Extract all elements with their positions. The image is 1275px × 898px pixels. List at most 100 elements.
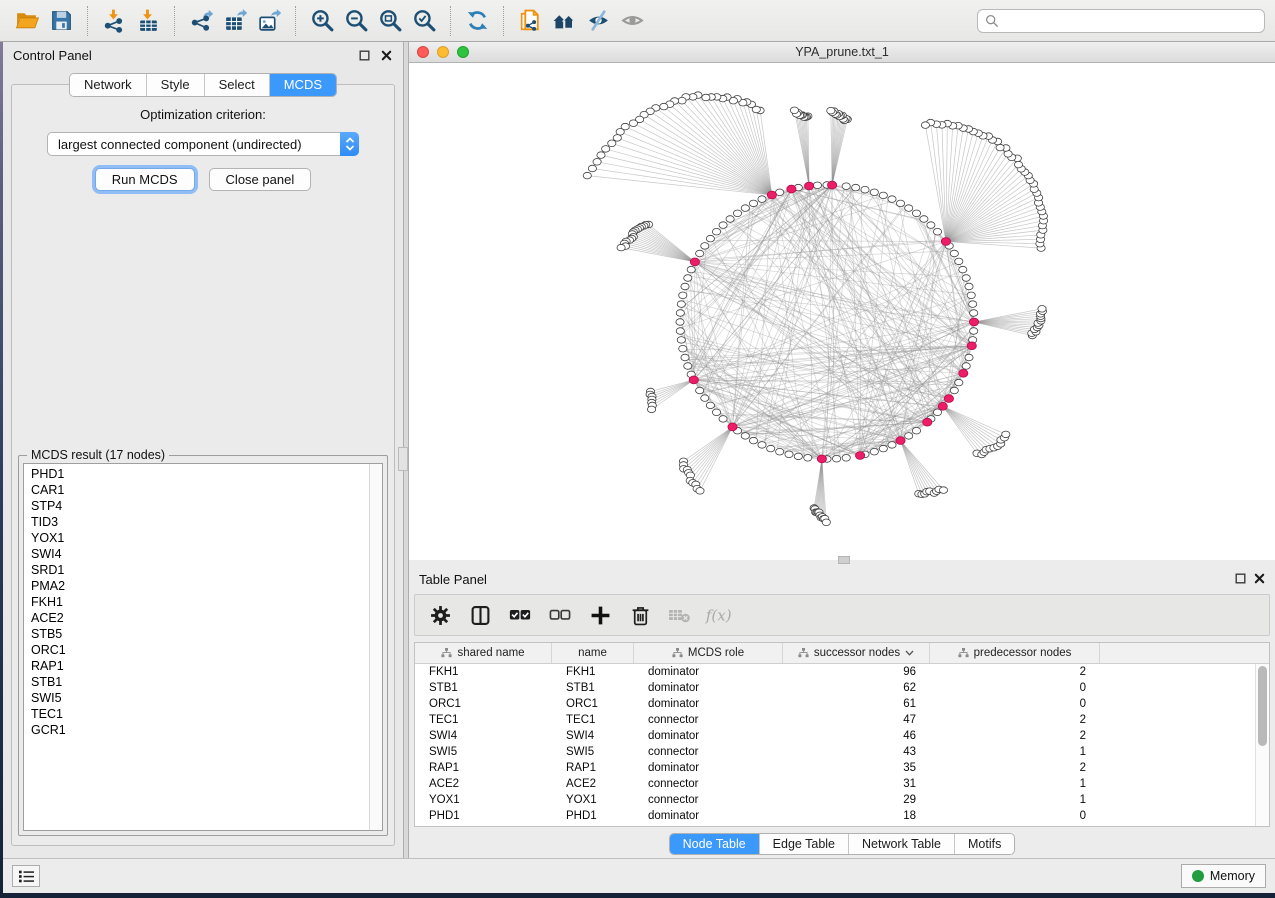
run-mcds-button[interactable]: Run MCDS	[95, 168, 195, 191]
mcds-result-item[interactable]: ACE2	[24, 610, 368, 626]
save-session-button[interactable]	[44, 5, 78, 37]
table-toolbar: f(x)	[414, 594, 1270, 636]
table-row[interactable]: PHD1PHD1dominator180	[415, 808, 1255, 824]
open-session-button[interactable]	[10, 5, 44, 37]
refresh-layout-button[interactable]	[460, 5, 494, 37]
tab-node-table[interactable]: Node Table	[670, 834, 759, 854]
refresh-icon	[465, 8, 490, 33]
optimization-criterion-select[interactable]: largest connected component (undirected)	[47, 132, 359, 156]
tab-mcds[interactable]: MCDS	[269, 74, 336, 96]
table-row[interactable]: TEC1TEC1connector472	[415, 712, 1255, 728]
column-header-name[interactable]: name	[552, 643, 634, 663]
mcds-result-item[interactable]: STB5	[24, 626, 368, 642]
mcds-result-item[interactable]: STP4	[24, 498, 368, 514]
column-header-successor-nodes[interactable]: successor nodes	[783, 643, 930, 663]
share-document-button[interactable]	[513, 5, 547, 37]
zoom-in-button[interactable]	[305, 5, 339, 37]
mcds-result-item[interactable]: FKH1	[24, 594, 368, 610]
mcds-result-item[interactable]: ORC1	[24, 642, 368, 658]
optimization-label: Optimization criterion:	[12, 107, 394, 122]
mcds-list-scrollbar[interactable]	[369, 464, 382, 830]
table-row[interactable]: FKH1FKH1dominator962	[415, 664, 1255, 680]
cell: 31	[783, 776, 930, 792]
zoom-selected-button[interactable]	[407, 5, 441, 37]
delete-table-button	[665, 600, 695, 630]
zoom-out-button[interactable]	[339, 5, 373, 37]
cell: ORC1	[552, 696, 634, 712]
export-network-button[interactable]	[184, 5, 218, 37]
import-table-button[interactable]	[131, 5, 165, 37]
tab-motifs[interactable]: Motifs	[954, 834, 1014, 854]
tab-select[interactable]: Select	[204, 74, 269, 96]
cell: YOX1	[415, 792, 552, 808]
column-type-icon	[798, 648, 809, 658]
task-history-button[interactable]	[12, 865, 40, 887]
close-panel-button-mcds[interactable]: Close panel	[209, 168, 312, 191]
export-image-button[interactable]	[252, 5, 286, 37]
splitter-grip[interactable]	[838, 556, 850, 564]
cell: 96	[783, 664, 930, 680]
table-panel-header: Table Panel	[409, 566, 1275, 592]
home-button[interactable]	[547, 5, 581, 37]
add-row-button[interactable]	[585, 600, 615, 630]
tab-network-table[interactable]: Network Table	[848, 834, 954, 854]
hide-glasses-button[interactable]	[581, 5, 615, 37]
cell: FKH1	[552, 664, 634, 680]
mcds-result-item[interactable]: STB1	[24, 674, 368, 690]
mcds-result-item[interactable]: SRD1	[24, 562, 368, 578]
select-all-button[interactable]	[505, 600, 535, 630]
memory-button[interactable]: Memory	[1181, 864, 1266, 888]
tab-edge-table[interactable]: Edge Table	[759, 834, 848, 854]
mcds-tab-content: Optimization criterion: largest connecte…	[11, 84, 395, 846]
mcds-result-item[interactable]: TEC1	[24, 706, 368, 722]
network-window-titlebar[interactable]: YPA_prune.txt_1	[409, 42, 1275, 63]
search-box[interactable]	[977, 9, 1265, 33]
show-columns-button[interactable]	[465, 600, 495, 630]
delete-row-button[interactable]	[625, 600, 655, 630]
mcds-result-item[interactable]: GCR1	[24, 722, 368, 738]
scrollbar-thumb[interactable]	[1258, 666, 1267, 746]
mcds-result-item[interactable]: TID3	[24, 514, 368, 530]
table-body: FKH1FKH1dominator962STB1STB1dominator620…	[415, 664, 1255, 826]
tab-style[interactable]: Style	[146, 74, 204, 96]
column-header-shared-name[interactable]: shared name	[415, 643, 552, 663]
table-row[interactable]: STB1STB1dominator620	[415, 680, 1255, 696]
table-settings-button[interactable]	[425, 600, 455, 630]
mcds-result-item[interactable]: SWI5	[24, 690, 368, 706]
cell: RAP1	[415, 760, 552, 776]
mcds-result-item[interactable]: PHD1	[24, 466, 368, 482]
cell: STB1	[415, 680, 552, 696]
table-row[interactable]: SWI4SWI4dominator462	[415, 728, 1255, 744]
deselect-all-button[interactable]	[545, 600, 575, 630]
search-input[interactable]	[999, 14, 1257, 28]
column-header-MCDS-role[interactable]: MCDS role	[634, 643, 783, 663]
tab-network[interactable]: Network	[70, 74, 146, 96]
close-table-panel-button[interactable]	[1254, 572, 1265, 587]
splitter-grip[interactable]	[398, 447, 408, 471]
table-row[interactable]: ACE2ACE2connector311	[415, 776, 1255, 792]
export-table-button[interactable]	[218, 5, 252, 37]
mcds-result-item[interactable]: RAP1	[24, 658, 368, 674]
zoom-fit-button[interactable]	[373, 5, 407, 37]
table-row[interactable]: RAP1RAP1dominator352	[415, 760, 1255, 776]
float-table-panel-button[interactable]	[1235, 572, 1246, 587]
table-scrollbar[interactable]	[1255, 664, 1269, 826]
mcds-result-item[interactable]: YOX1	[24, 530, 368, 546]
close-panel-button[interactable]	[379, 48, 393, 62]
show-eye-button[interactable]	[615, 5, 649, 37]
table-row[interactable]: ORC1ORC1dominator610	[415, 696, 1255, 712]
float-panel-button[interactable]	[357, 48, 371, 62]
mcds-result-item[interactable]: PMA2	[24, 578, 368, 594]
table-row[interactable]: YOX1YOX1connector291	[415, 792, 1255, 808]
table-row[interactable]: SWI5SWI5connector431	[415, 744, 1255, 760]
network-window-title: YPA_prune.txt_1	[409, 45, 1275, 59]
import-network-button[interactable]	[97, 5, 131, 37]
mcds-result-item[interactable]: CAR1	[24, 482, 368, 498]
mcds-result-item[interactable]: SWI4	[24, 546, 368, 562]
delete-table-icon	[668, 605, 692, 625]
network-canvas[interactable]	[409, 63, 1275, 560]
import-network-icon	[102, 8, 127, 33]
column-header-predecessor-nodes[interactable]: predecessor nodes	[930, 643, 1100, 663]
mcds-result-list[interactable]: PHD1CAR1STP4TID3YOX1SWI4SRD1PMA2FKH1ACE2…	[23, 463, 383, 831]
control-panel: Control Panel NetworkStyleSelectMCDS Opt…	[3, 42, 403, 858]
